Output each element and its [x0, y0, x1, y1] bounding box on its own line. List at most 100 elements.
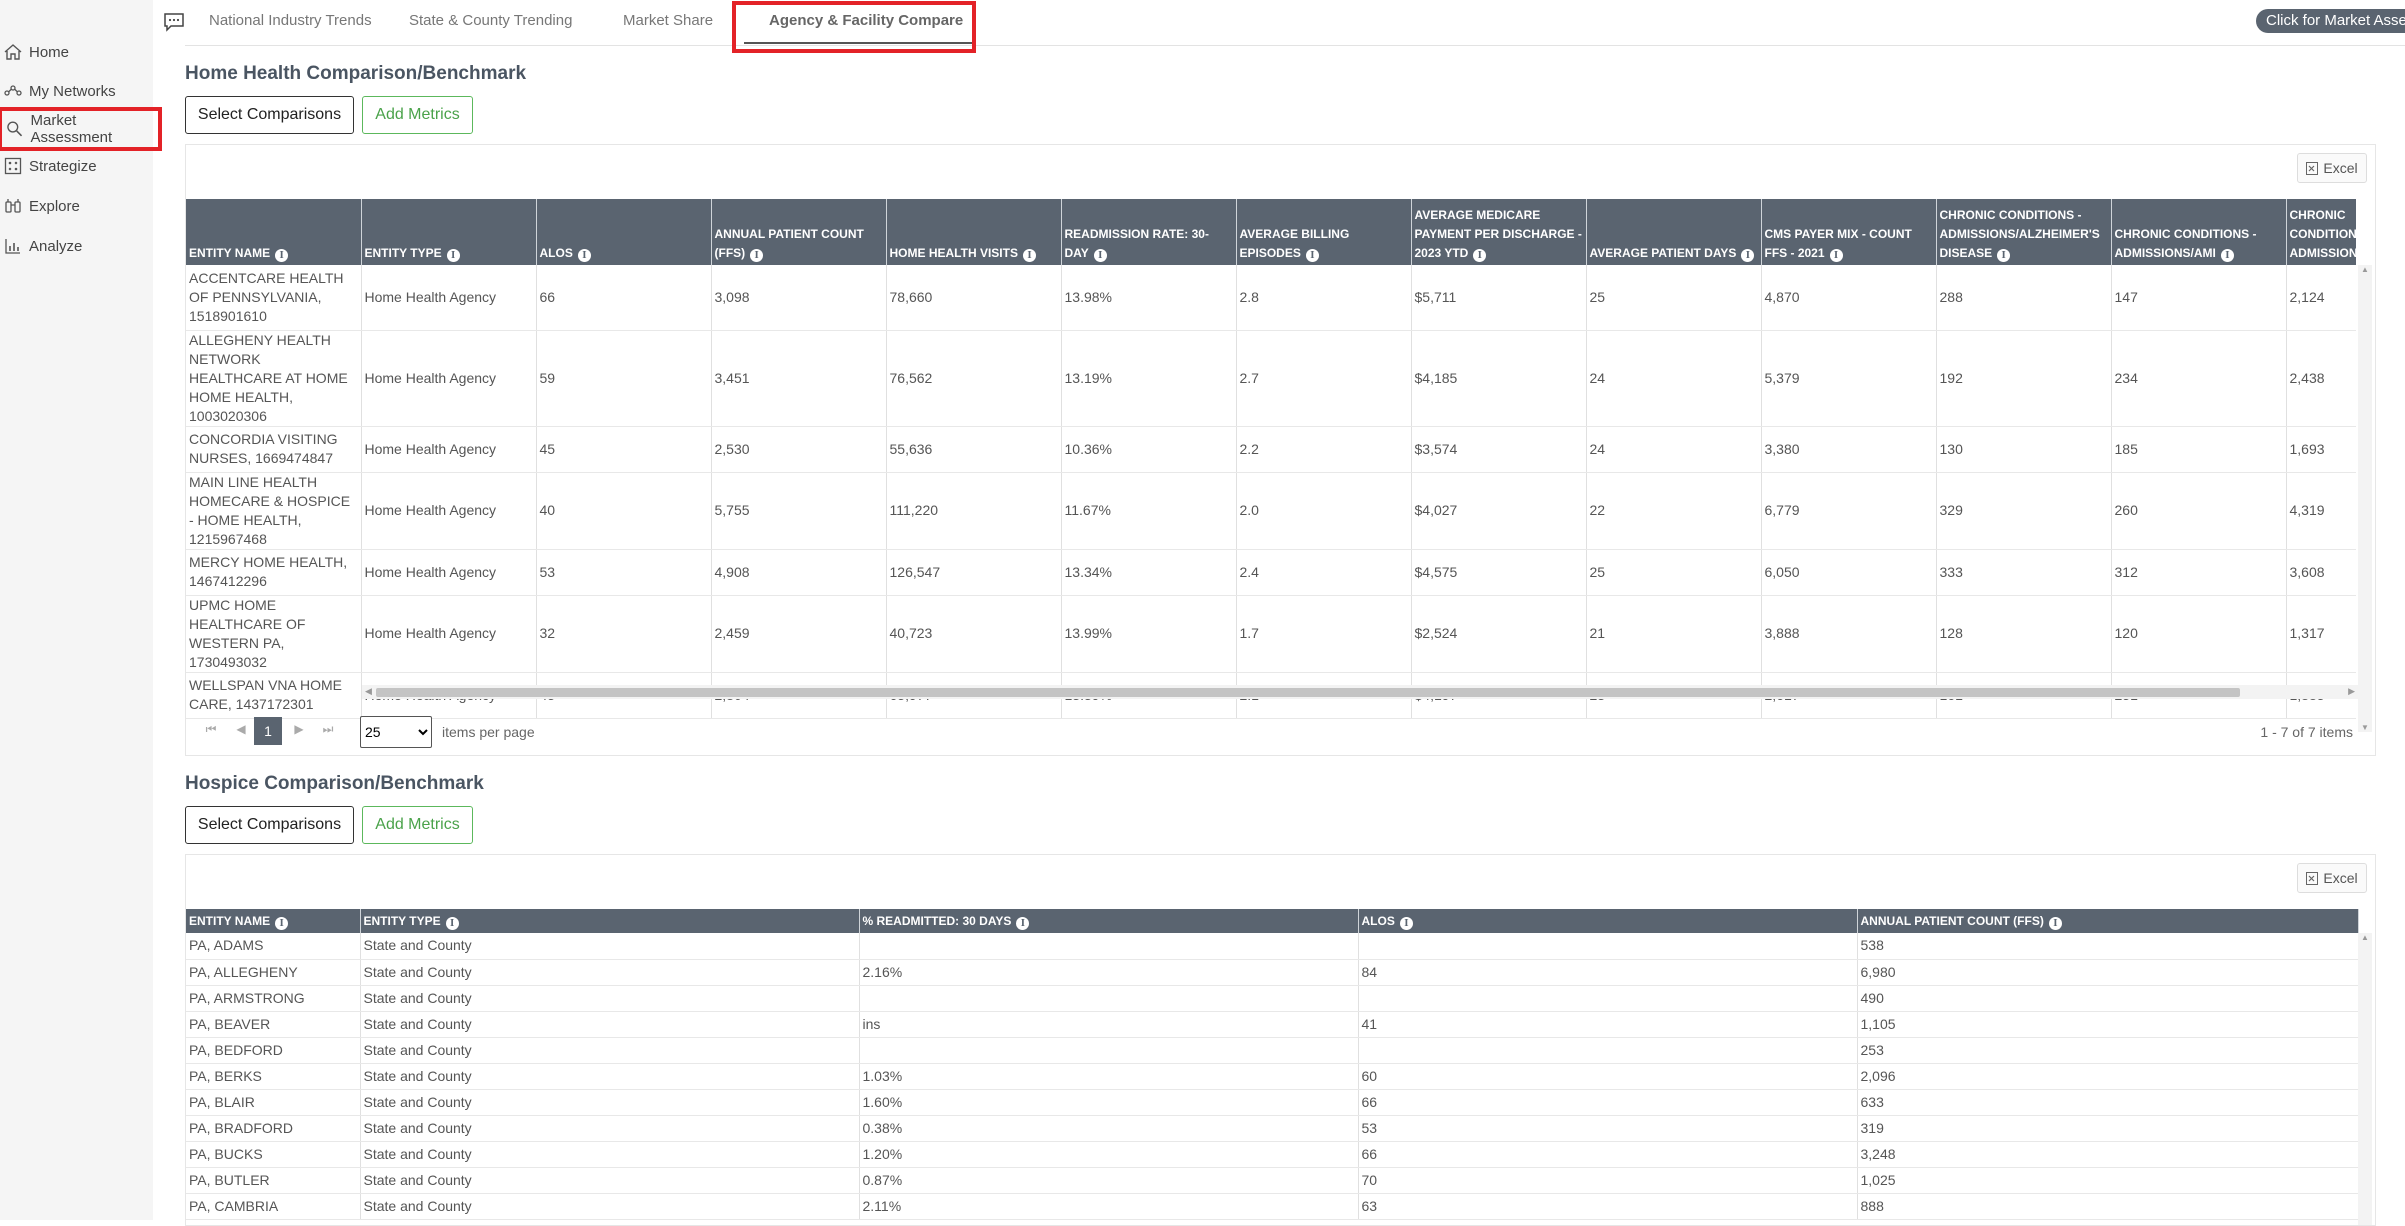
sidebar-item-label: Market Assessment [30, 112, 113, 146]
info-icon[interactable]: i [446, 249, 460, 262]
sidebar-item-my-networks[interactable]: My Networks [0, 74, 153, 108]
vertical-scrollbar[interactable]: ▲ ▼ [2358, 265, 2372, 732]
sidebar-item-market-assessment[interactable]: Market Assessment [0, 107, 162, 151]
table-cell: State and County [360, 1063, 860, 1090]
column-header[interactable]: Average Patient Days i [1586, 199, 1762, 265]
info-icon[interactable]: i [1016, 917, 1030, 930]
column-header[interactable]: Average Medicare Payment Per Discharge -… [1411, 199, 1587, 265]
table-row[interactable]: PA, BRADFORD State and County 0.38% 53 319 [186, 1115, 2359, 1142]
info-icon[interactable]: i [445, 917, 459, 930]
table-row[interactable]: PA, ALLEGHENY State and County 2.16% 84 6,98… [186, 959, 2359, 986]
column-header[interactable]: Annual Patient Count (FFS) i [1857, 909, 2359, 933]
table-row[interactable]: PA, ADAMS State and County 538 [186, 933, 2359, 960]
table-row[interactable]: UPMC HOME HEALTHCARE OF WESTERN PA, 1730… [186, 595, 2356, 673]
info-icon[interactable]: i [1997, 249, 2011, 262]
table-cell: $4,027 [1411, 472, 1587, 550]
info-icon[interactable]: i [275, 917, 289, 930]
table-row[interactable]: PA, BLAIR State and County 1.60% 66 633 [186, 1089, 2359, 1116]
prev-page-icon[interactable]: ◀ [230, 717, 252, 741]
info-icon[interactable]: i [1473, 249, 1487, 262]
column-header[interactable]: Chronic Conditions - Admissions/Alzheime… [1936, 199, 2112, 265]
table-row[interactable]: ALLEGHENY HEALTH NETWORK HEALTHCARE AT H… [186, 330, 2356, 427]
hospice-table: Entity Name i Entity Type i % Readmitted: … [186, 909, 2359, 1220]
horizontal-scroll-thumb[interactable] [376, 688, 2240, 697]
column-header[interactable]: CMS Payer Mix - Count FFS - 2021 i [1761, 199, 1937, 265]
table-cell: 45 [536, 426, 712, 473]
info-icon[interactable]: i [2220, 249, 2234, 262]
excel-export-button[interactable]: Excel [2297, 153, 2367, 183]
table-cell: PA, ADAMS [186, 933, 361, 960]
table-row[interactable]: MAIN LINE HEALTH HOMECARE & HOSPICE - HO… [186, 472, 2356, 550]
column-header[interactable]: Home Health Visits i [886, 199, 1062, 265]
table-cell: $2,524 [1411, 595, 1587, 673]
items-per-page-select[interactable]: 25 [360, 716, 432, 748]
sidebar-item-analyze[interactable]: Analyze [0, 229, 153, 263]
horizontal-scrollbar[interactable]: ◀ ▶ [362, 685, 2358, 699]
column-header[interactable]: Chronic Conditions - Admissions/ [2286, 199, 2356, 265]
column-header[interactable]: Entity Type i [361, 199, 537, 265]
home-health-table: Entity Name i Entity Type i ALOS i Annual P… [186, 199, 2356, 719]
table-row[interactable]: PA, BUTLER State and County 0.87% 70 1,025 [186, 1167, 2359, 1194]
excel-export-button[interactable]: Excel [2297, 863, 2367, 893]
table-row[interactable]: ACCENTCARE HEALTH OF PENNSYLVANIA, 15189… [186, 265, 2356, 331]
first-page-icon[interactable]: ⏮ [200, 717, 222, 741]
sidebar-item-strategize[interactable]: Strategize [0, 149, 153, 183]
add-metrics-button[interactable]: Add Metrics [362, 806, 473, 844]
column-header[interactable]: Entity Type i [360, 909, 860, 933]
table-cell: 66 [1358, 1089, 1858, 1116]
column-header[interactable]: ALOS i [536, 199, 712, 265]
table-cell [859, 1037, 1359, 1064]
info-icon[interactable]: i [577, 249, 591, 262]
column-header[interactable]: ALOS i [1358, 909, 1858, 933]
table-row[interactable]: MERCY HOME HEALTH, 1467412296 Home Health… [186, 549, 2356, 596]
column-header[interactable]: Average Billing Episodes i [1236, 199, 1412, 265]
table-row[interactable]: CONCORDIA VISITING NURSES, 1669474847 Hom… [186, 426, 2356, 473]
table-row[interactable]: PA, BUCKS State and County 1.20% 66 3,248 [186, 1141, 2359, 1168]
column-header[interactable]: Chronic Conditions - Admissions/AMI i [2111, 199, 2287, 265]
column-header[interactable]: Entity Name i [186, 909, 361, 933]
table-cell: State and County [360, 1089, 860, 1116]
tab-state-county-trending[interactable]: State & County Trending [409, 12, 572, 29]
sidebar-item-label: My Networks [29, 82, 116, 100]
info-icon[interactable]: i [750, 249, 764, 262]
select-comparisons-button[interactable]: Select Comparisons [185, 806, 354, 844]
current-page-button[interactable]: 1 [254, 717, 282, 745]
info-icon[interactable]: i [1305, 249, 1319, 262]
binoculars-icon [5, 199, 21, 213]
sidebar-item-explore[interactable]: Explore [0, 189, 153, 223]
table-row[interactable]: PA, ARMSTRONG State and County 490 [186, 985, 2359, 1012]
hospice-grid-panel: Excel Entity Name i Entity Type i % Readmi… [185, 854, 2376, 1226]
table-cell: 0.38% [859, 1115, 1359, 1142]
column-header[interactable]: Entity Name i [186, 199, 362, 265]
table-row[interactable]: PA, BEDFORD State and County 253 [186, 1037, 2359, 1064]
table-cell: UPMC HOME HEALTHCARE OF WESTERN PA, 1730… [186, 595, 362, 673]
sidebar-item-home[interactable]: Home [0, 35, 153, 69]
info-icon[interactable]: i [1829, 249, 1843, 262]
market-assessment-pill-button[interactable]: Click for Market Assessment [2256, 9, 2405, 33]
chat-icon[interactable] [163, 12, 185, 32]
tab-market-share[interactable]: Market Share [623, 12, 713, 29]
tab-national-industry-trends[interactable]: National Industry Trends [209, 12, 372, 29]
info-icon[interactable]: i [1022, 249, 1036, 262]
table-row[interactable]: PA, BEAVER State and County ins 41 1,105 [186, 1011, 2359, 1038]
table-row[interactable]: PA, BERKS State and County 1.03% 60 2,096 [186, 1063, 2359, 1090]
info-icon[interactable]: i [1399, 917, 1413, 930]
table-cell: 24 [1586, 330, 1762, 427]
table-cell: 60 [1358, 1063, 1858, 1090]
last-page-icon[interactable]: ⏭ [317, 717, 339, 741]
info-icon[interactable]: i [2048, 917, 2062, 930]
table-cell: 130 [1936, 426, 2112, 473]
select-comparisons-button[interactable]: Select Comparisons [185, 96, 354, 134]
column-header[interactable]: % Readmitted: 30 Days i [859, 909, 1359, 933]
table-cell: 4,908 [711, 549, 887, 596]
next-page-icon[interactable]: ▶ [288, 717, 310, 741]
table-cell: $4,185 [1411, 330, 1587, 427]
info-icon[interactable]: i [1741, 249, 1755, 262]
vertical-scrollbar[interactable]: ▲ [2358, 933, 2372, 1225]
info-icon[interactable]: i [275, 249, 289, 262]
column-header[interactable]: Readmission Rate: 30-Day i [1061, 199, 1237, 265]
column-header[interactable]: Annual Patient Count (FFS) i [711, 199, 887, 265]
add-metrics-button[interactable]: Add Metrics [362, 96, 473, 134]
table-row[interactable]: PA, CAMBRIA State and County 2.11% 63 888 [186, 1193, 2359, 1220]
info-icon[interactable]: i [1093, 249, 1107, 262]
